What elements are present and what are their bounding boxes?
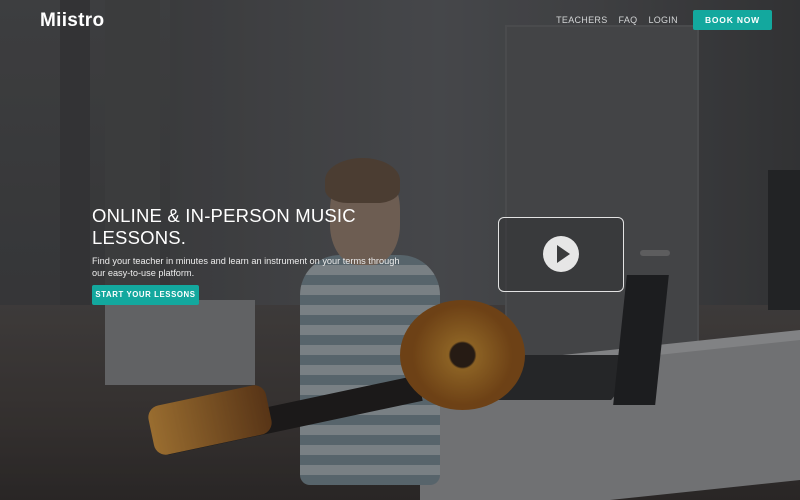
book-now-button[interactable]: BOOK NOW xyxy=(692,10,772,30)
nav-item-teachers[interactable]: TEACHERS xyxy=(556,15,607,25)
hero-section: Miistro TEACHERS FAQ LOGIN BOOK NOW ONLI… xyxy=(0,0,800,500)
site-header: Miistro TEACHERS FAQ LOGIN BOOK NOW xyxy=(0,0,800,40)
hero-title: ONLINE & IN-PERSON MUSIC LESSONS. xyxy=(92,205,356,248)
hero-subtitle: Find your teacher in minutes and learn a… xyxy=(92,256,400,278)
start-lessons-button[interactable]: START YOUR LESSONS xyxy=(92,285,199,305)
main-nav: TEACHERS FAQ LOGIN BOOK NOW xyxy=(556,10,772,30)
hero-copy: ONLINE & IN-PERSON MUSIC LESSONS. Find y… xyxy=(92,205,422,279)
video-player[interactable] xyxy=(498,217,624,292)
nav-item-login[interactable]: LOGIN xyxy=(648,15,678,25)
play-icon[interactable] xyxy=(543,236,579,272)
brand-logo[interactable]: Miistro xyxy=(40,10,104,32)
nav-item-faq[interactable]: FAQ xyxy=(619,15,638,25)
